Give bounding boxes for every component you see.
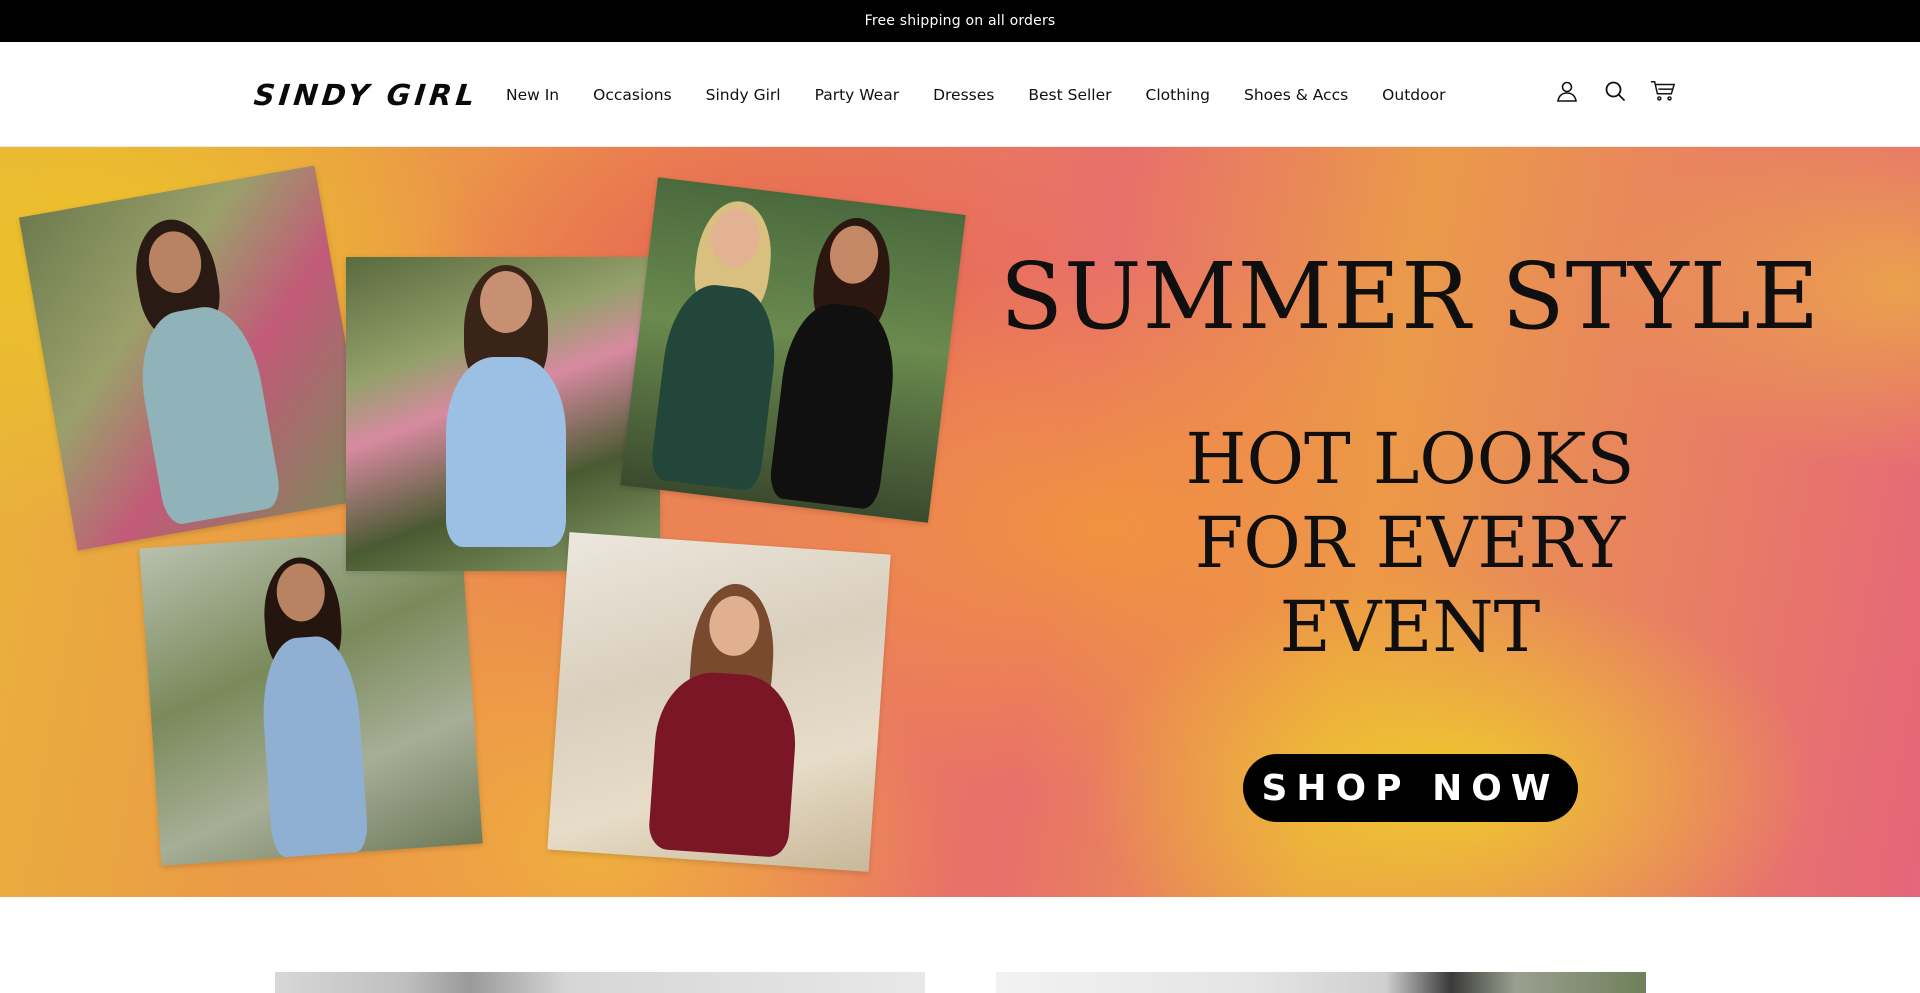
hero-headline: SUMMER STYLE (1000, 243, 1821, 350)
model-photo-floral-dress[interactable] (18, 165, 374, 551)
nav-item-dresses[interactable]: Dresses (933, 86, 994, 104)
model-dress (647, 668, 800, 859)
model-photo-burgundy-dress[interactable] (547, 532, 891, 872)
search-icon[interactable] (1602, 78, 1628, 104)
nav-item-party-wear[interactable]: Party Wear (815, 86, 900, 104)
nav-item-clothing[interactable]: Clothing (1146, 86, 1210, 104)
model-head (480, 271, 532, 333)
model-dress (649, 279, 783, 492)
nav-item-best-seller[interactable]: Best Seller (1028, 86, 1111, 104)
hero-subheadline-line: HOT LOOKS (1185, 418, 1635, 500)
model-dress (767, 298, 902, 511)
nav-item-outdoor[interactable]: Outdoor (1382, 86, 1445, 104)
announcement-bar: Free shipping on all orders (0, 0, 1920, 42)
nav-item-sindy-girl[interactable]: Sindy Girl (706, 86, 781, 104)
collection-card[interactable] (275, 972, 925, 993)
site-logo[interactable]: SINDY GIRL (252, 78, 480, 112)
account-icon[interactable] (1554, 78, 1580, 104)
model-dress (258, 633, 369, 859)
collection-section (0, 897, 1920, 993)
hero-subheadline-line: FOR EVERY (1194, 502, 1626, 584)
shop-now-button[interactable]: SHOP NOW (1243, 754, 1578, 822)
nav-item-shoes-accs[interactable]: Shoes & Accs (1244, 86, 1348, 104)
site-header: SINDY GIRL New In Occasions Sindy Girl P… (0, 42, 1920, 147)
header-icons (1554, 78, 1676, 104)
hero-banner[interactable]: SUMMER STYLE HOT LOOKS FOR EVERY EVENT S… (0, 147, 1920, 897)
hero-subheadline-line: EVENT (1279, 586, 1541, 668)
nav-item-new-in[interactable]: New In (506, 86, 559, 104)
model-dress (130, 299, 284, 527)
cart-icon[interactable] (1650, 78, 1676, 104)
nav-item-occasions[interactable]: Occasions (593, 86, 672, 104)
collection-card[interactable] (996, 972, 1646, 993)
main-nav: New In Occasions Sindy Girl Party Wear D… (506, 86, 1479, 104)
announcement-text: Free shipping on all orders (864, 13, 1056, 29)
hero-subheadline: HOT LOOKS FOR EVERY EVENT (1000, 417, 1820, 669)
model-photo-light-blue-dress[interactable] (346, 257, 660, 571)
model-photo-two-models[interactable] (620, 177, 966, 523)
model-photo-blue-slit-dress[interactable] (139, 526, 483, 866)
model-dress (446, 357, 566, 547)
